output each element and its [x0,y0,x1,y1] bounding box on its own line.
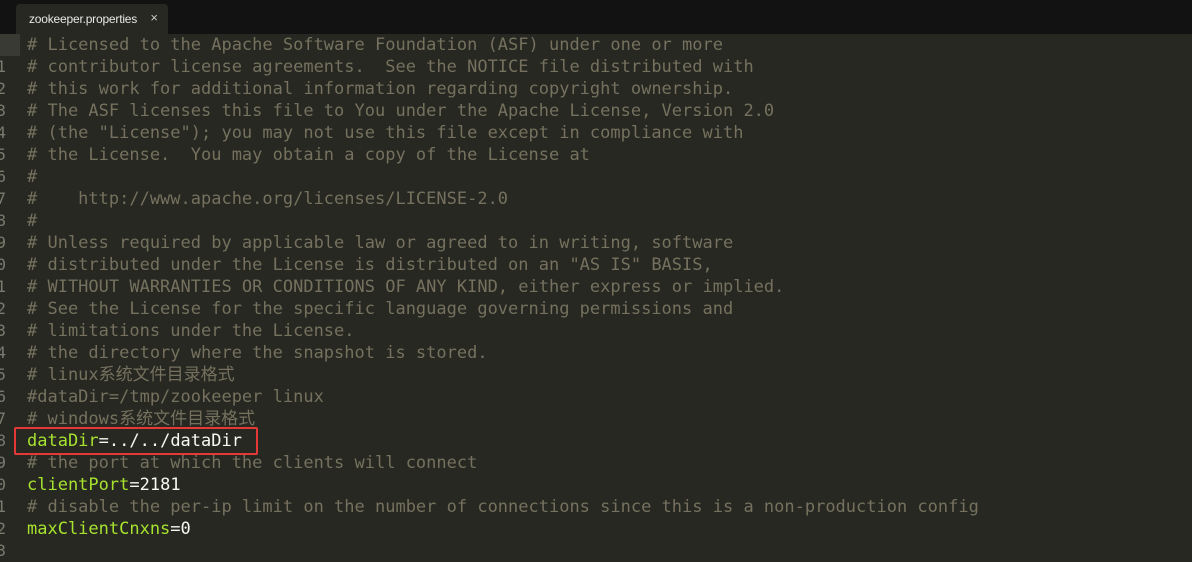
line-number: 3 [0,321,6,340]
line-number: 4 [0,343,6,362]
comment-line: # distributed under the License is distr… [27,255,713,275]
comment-line: # (the "License"); you may not use this … [27,123,744,143]
line-number: 1 [0,497,6,516]
comment-line: # the directory where the snapshot is st… [27,343,488,363]
property-line: maxClientCnxns=0 [27,518,191,540]
line-number [0,34,6,56]
line-number: 2 [0,299,6,318]
comment-line: # linux系统文件目录格式 [27,365,235,385]
comment-line: #dataDir=/tmp/zookeeper linux [27,387,324,407]
line-number: 6 [0,167,6,186]
comment-line: # the License. You may obtain a copy of … [27,145,590,165]
comment-line: # Licensed to the Apache Software Founda… [27,35,723,55]
line-number: 9 [0,233,6,252]
line-number: 6 [0,387,6,406]
close-icon[interactable]: × [150,11,158,25]
line-number: 1 [0,277,6,296]
line-number: 8 [0,431,6,450]
line-number-gutter: 1 2 3 4 5 6 7 8 9 0 1 2 3 4 5 6 7 8 9 0 1 2 3 [0,34,20,560]
code-editor[interactable]: 1 2 3 4 5 6 7 8 9 0 1 2 3 4 5 6 7 8 9 0 1 2 3 # Licensed to th… [0,34,1192,560]
line-number: 4 [0,123,6,142]
comment-line: # disable the per-ip limit on the number… [27,497,979,517]
tab-zookeeper-properties[interactable]: zookeeper.properties × [16,4,168,34]
line-number: 2 [0,519,6,538]
equals-sign: = [129,475,140,495]
line-number: 3 [0,541,6,560]
comment-line: # the port at which the clients will con… [27,453,478,473]
line-number: 5 [0,145,6,164]
comment-line: # WITHOUT WARRANTIES OR CONDITIONS OF AN… [27,277,785,297]
line-number: 0 [0,475,6,494]
line-number: 7 [0,189,6,208]
line-number: 7 [0,409,6,428]
comment-line: # http://www.apache.org/licenses/LICENSE… [27,189,509,209]
highlight-box [14,427,258,455]
comment-line: # contributor license agreements. See th… [27,57,754,77]
property-value: 2181 [139,475,181,495]
comment-line: # The ASF licenses this file to You unde… [27,101,775,121]
comment-line: # this work for additional information r… [27,79,734,99]
comment-line: # [27,211,38,231]
comment-line: # limitations under the License. [27,321,355,341]
line-number: 0 [0,255,6,274]
equals-sign: = [170,519,181,539]
line-number: 8 [0,211,6,230]
comment-line: # [27,167,38,187]
comment-line: # Unless required by applicable law or a… [27,233,734,253]
editor-window: zookeeper.properties × 1 2 3 4 5 6 7 8 9 0 1 2 3 4 5 6 7… [0,0,1192,560]
line-number: 2 [0,79,6,98]
line-number: 3 [0,101,6,120]
tab-title: zookeeper.properties [29,12,138,26]
line-number: 9 [0,453,6,472]
line-number: 1 [0,57,6,76]
comment-line: # See the License for the specific langu… [27,299,734,319]
tab-bar: zookeeper.properties × [0,0,1192,34]
property-key: clientPort [27,475,130,495]
property-line: clientPort=2181 [27,474,181,496]
property-value: 0 [180,519,191,539]
line-number: 5 [0,365,6,384]
property-key: maxClientCnxns [27,519,171,539]
